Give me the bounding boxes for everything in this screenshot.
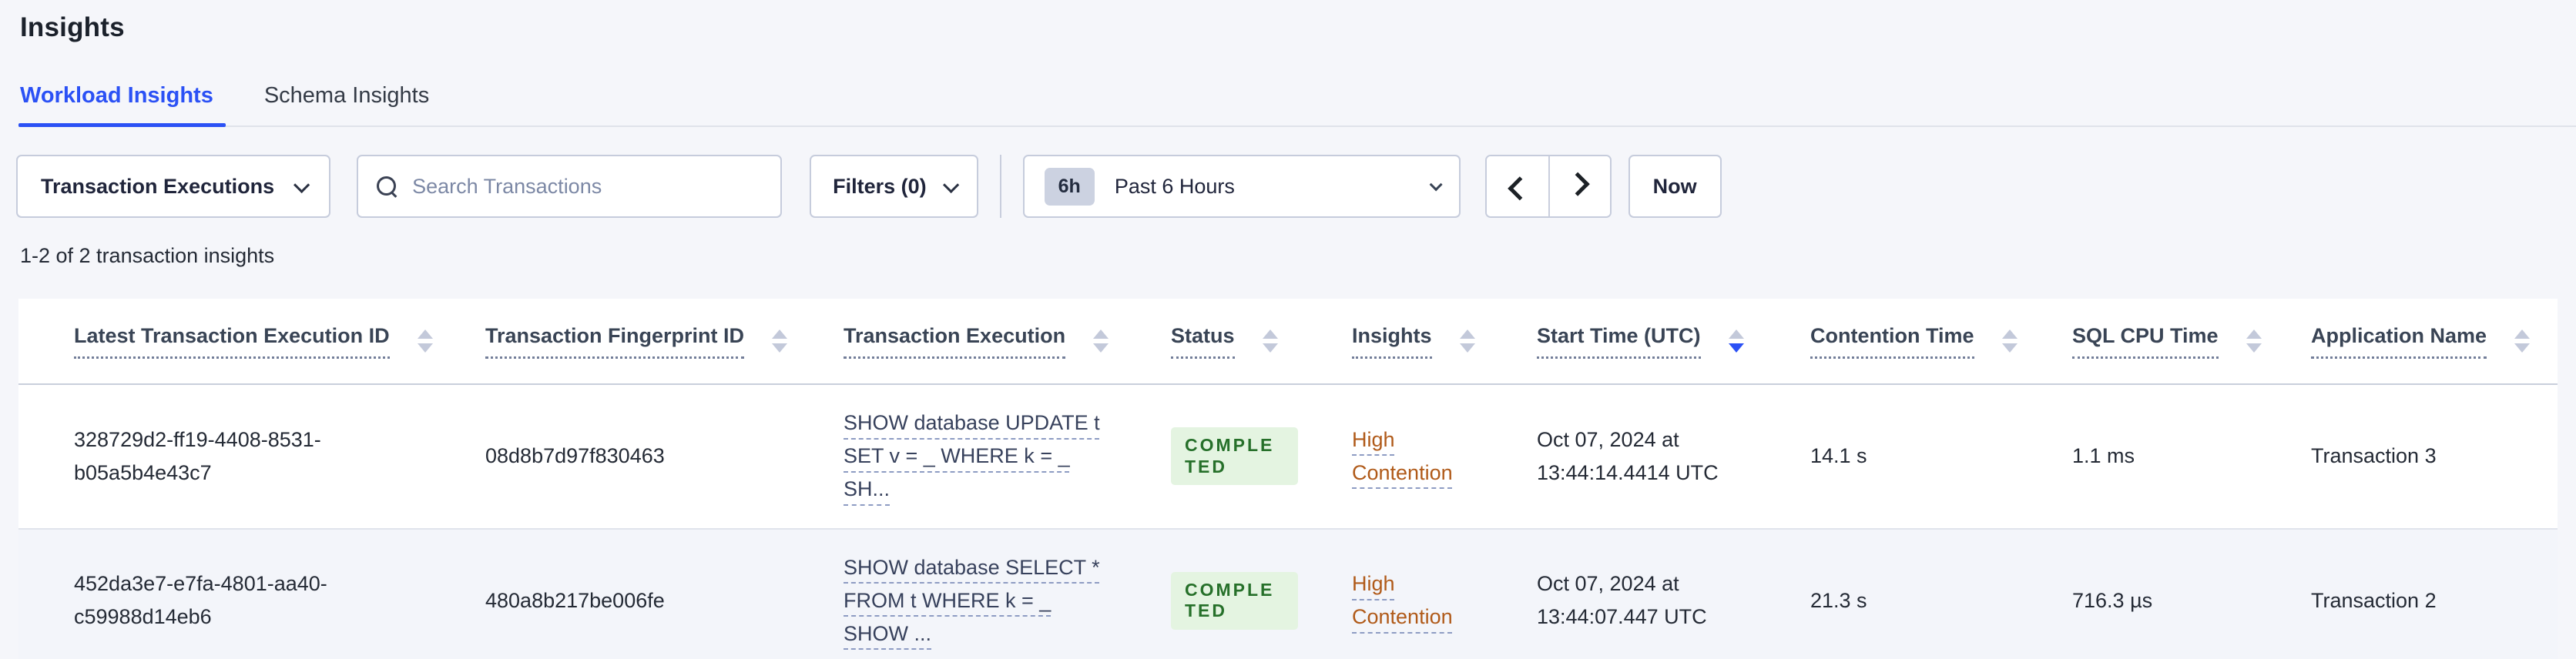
time-range-prev-button[interactable] [1486,156,1548,216]
column-header-insights[interactable]: Insights [1329,323,1514,359]
search-box[interactable] [357,155,783,218]
column-header-start-time[interactable]: Start Time (UTC) [1514,323,1787,359]
insight-high-contention-link[interactable]: High Contention [1352,423,1475,490]
column-header-label: Latest Transaction Execution ID [74,323,390,359]
column-header-transaction-execution[interactable]: Transaction Execution [820,323,1148,359]
table-row: 328729d2-ff19-4408-8531-b05a5b4e43c7 08d… [18,385,2558,530]
cell-contention-time: 21.3 s [1810,588,1867,612]
cell-sql-cpu-time: 1.1 ms [2072,444,2135,468]
column-header-label: Application Name [2311,323,2487,359]
cell-start-time: Oct 07, 2024 at 13:44:14.4414 UTC [1537,427,1719,484]
cell-sql-cpu-time: 716.3 µs [2072,588,2153,612]
column-header-label: Contention Time [1810,323,1974,359]
time-range-badge: 6h [1044,167,1095,206]
column-header-label: Transaction Fingerprint ID [485,323,745,359]
chevron-down-icon [942,176,959,193]
status-badge: COMPLETED [1171,571,1298,630]
sort-icon[interactable] [772,329,788,353]
sort-icon[interactable] [2001,329,2018,353]
sort-icon[interactable] [2246,329,2262,353]
table-row: 452da3e7-e7fa-4801-aa40-c59988d14eb6 480… [18,529,2558,659]
insight-type-dropdown-label: Transaction Executions [41,174,275,198]
sort-icon[interactable] [1262,329,1278,353]
tab-schema-insights[interactable]: Schema Insights [264,83,429,127]
column-header-status[interactable]: Status [1148,323,1329,359]
tab-workload-insights[interactable]: Workload Insights [18,83,226,127]
cell-contention-time: 14.1 s [1810,444,1867,468]
column-header-application-name[interactable]: Application Name [2288,323,2558,359]
now-button-label: Now [1652,174,1697,198]
tab-bar: Workload Insights Schema Insights [0,83,2576,127]
time-range-step-group [1484,155,1612,218]
search-icon [377,176,397,196]
column-header-label: Transaction Execution [844,323,1066,359]
cell-fingerprint-id: 480a8b217be006fe [485,588,665,612]
column-header-label: Start Time (UTC) [1537,323,1701,359]
transaction-execution-link[interactable]: SHOW database UPDATE t SET v = _ WHERE k… [844,406,1117,507]
column-header-label: Insights [1352,323,1432,359]
column-header-label: SQL CPU Time [2072,323,2219,359]
sort-icon-descending-active[interactable] [1728,329,1744,353]
insights-table-card: Latest Transaction Execution ID Transact… [18,299,2558,659]
column-header-latest-transaction-execution-id[interactable]: Latest Transaction Execution ID [18,323,462,359]
sort-icon[interactable] [1093,329,1109,353]
toolbar: Transaction Executions Filters (0) 6h Pa… [16,155,2576,218]
sort-icon[interactable] [2514,329,2531,353]
cell-start-time: Oct 07, 2024 at 13:44:07.447 UTC [1537,572,1707,629]
column-header-label: Status [1171,323,1235,359]
status-badge: COMPLETED [1171,427,1298,486]
chevron-down-icon [293,176,310,193]
chevron-down-icon [1429,178,1443,192]
search-input[interactable] [412,174,763,199]
table-header-row: Latest Transaction Execution ID Transact… [18,299,2558,385]
cell-fingerprint-id: 08d8b7d97f830463 [485,444,665,468]
insight-type-dropdown[interactable]: Transaction Executions [16,155,331,218]
chevron-right-icon [1565,172,1590,196]
filters-button[interactable]: Filters (0) [810,155,978,218]
chevron-left-icon [1507,176,1532,201]
transaction-execution-link[interactable]: SHOW database SELECT * FROM t WHERE k = … [844,551,1117,651]
toolbar-divider [999,155,1001,218]
sort-icon[interactable] [417,329,433,353]
time-range-picker[interactable]: 6h Past 6 Hours [1022,155,1461,218]
results-summary: 1-2 of 2 transaction insights [20,244,275,267]
insights-page: Insights Workload Insights Schema Insigh… [0,0,2576,659]
time-range-label: Past 6 Hours [1114,174,1235,198]
cell-application-name: Transaction 2 [2311,588,2437,612]
insight-high-contention-link[interactable]: High Contention [1352,567,1475,634]
column-header-sql-cpu-time[interactable]: SQL CPU Time [2049,323,2288,359]
cell-execution-id: 452da3e7-e7fa-4801-aa40-c59988d14eb6 [74,572,327,629]
column-header-transaction-fingerprint-id[interactable]: Transaction Fingerprint ID [462,323,820,359]
cell-execution-id: 328729d2-ff19-4408-8531-b05a5b4e43c7 [74,427,321,484]
page-title: Insights [20,12,125,42]
sort-icon[interactable] [1459,329,1475,353]
cell-application-name: Transaction 3 [2311,444,2437,468]
time-range-next-button[interactable] [1548,156,1610,216]
column-header-contention-time[interactable]: Contention Time [1787,323,2049,359]
now-button[interactable]: Now [1628,155,1722,218]
filters-button-label: Filters (0) [833,174,927,198]
